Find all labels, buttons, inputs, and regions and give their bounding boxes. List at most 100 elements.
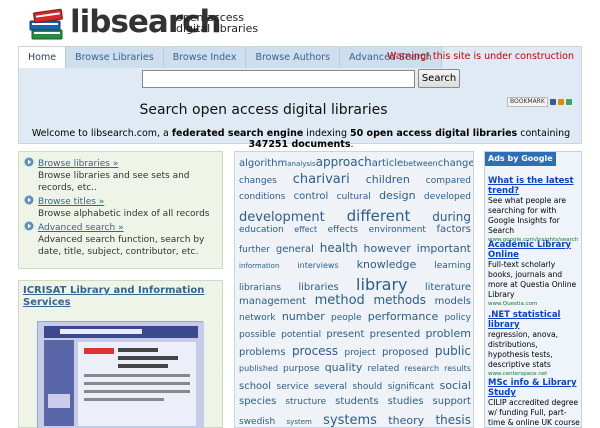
- ad-title-link[interactable]: What is the latest trend?: [488, 176, 580, 196]
- tag-link[interactable]: factors: [436, 224, 471, 235]
- tag-link[interactable]: different: [347, 207, 411, 225]
- tag-link[interactable]: performance: [368, 310, 438, 323]
- tag-link[interactable]: compared: [426, 176, 471, 186]
- tag-link[interactable]: quality: [325, 361, 363, 374]
- tag-link[interactable]: systems: [323, 413, 377, 427]
- tag-link[interactable]: children: [366, 173, 410, 186]
- advanced-search-link[interactable]: Advanced search »: [38, 223, 124, 233]
- tag-cloud-row: swedish system systems theory thesis: [239, 413, 471, 427]
- tag-link[interactable]: method: [315, 293, 365, 308]
- tag-link[interactable]: students: [335, 396, 378, 407]
- tag-link[interactable]: models: [435, 296, 471, 307]
- books-logo-icon[interactable]: [28, 6, 66, 42]
- ad-title-link[interactable]: Academic Library Online: [488, 240, 580, 260]
- tag-link[interactable]: effects: [328, 225, 358, 235]
- tag-link[interactable]: during: [432, 210, 471, 224]
- tag-cloud-row: problems process project proposed public: [239, 344, 471, 358]
- tag-link[interactable]: process: [292, 344, 338, 358]
- tag-link[interactable]: problem: [425, 327, 471, 340]
- tag-link[interactable]: cultural: [337, 192, 371, 202]
- tag-link[interactable]: social: [440, 379, 471, 392]
- share-icon: [549, 99, 556, 105]
- tab-browse-libraries[interactable]: Browse Libraries: [66, 47, 164, 68]
- tag-link[interactable]: support: [433, 396, 471, 407]
- tag-link[interactable]: service: [277, 382, 309, 392]
- tag-link[interactable]: library: [356, 275, 407, 294]
- tag-link[interactable]: possible: [239, 330, 276, 340]
- tag-link[interactable]: should: [352, 382, 382, 392]
- tag-link[interactable]: public: [435, 344, 471, 358]
- tag-link[interactable]: project: [344, 348, 375, 358]
- tag-link[interactable]: development: [239, 210, 325, 225]
- tag-link[interactable]: network: [239, 313, 276, 323]
- tag-link[interactable]: methods: [373, 293, 426, 307]
- featured-library-link[interactable]: ICRISAT Library and Information Services: [23, 285, 221, 309]
- tag-link[interactable]: education: [239, 225, 284, 235]
- tag-link[interactable]: people: [331, 313, 362, 323]
- tag-link[interactable]: school: [239, 381, 271, 392]
- tag-link[interactable]: presented: [370, 329, 421, 340]
- tag-link[interactable]: general: [276, 244, 314, 255]
- tag-link[interactable]: learning: [434, 261, 471, 271]
- tag-link[interactable]: system: [287, 418, 312, 426]
- ad-text: CILIP accredited degree w/ funding Full,…: [488, 398, 580, 427]
- search-button[interactable]: Search: [418, 69, 460, 88]
- tag-link[interactable]: theory: [388, 414, 424, 427]
- tag-link[interactable]: structure: [285, 397, 326, 407]
- tag-link[interactable]: proposed: [382, 347, 429, 358]
- tag-link[interactable]: analysis: [287, 160, 315, 168]
- tag-link[interactable]: article: [372, 158, 403, 169]
- browse-titles-link[interactable]: Browse titles »: [38, 197, 104, 207]
- ad-title-link[interactable]: MSc info & Library Study: [488, 378, 580, 398]
- tab-browse-authors[interactable]: Browse Authors: [246, 47, 341, 68]
- tag-link[interactable]: environment: [369, 225, 426, 235]
- tag-link[interactable]: design: [379, 189, 416, 202]
- tag-link[interactable]: knowledge: [357, 258, 417, 271]
- tag-link[interactable]: related: [367, 364, 399, 374]
- tag-link[interactable]: change: [438, 158, 473, 169]
- tag-link[interactable]: effect: [294, 225, 317, 234]
- tag-link[interactable]: conditions: [239, 192, 285, 202]
- tag-link[interactable]: interviews: [297, 261, 338, 270]
- featured-library-screenshot[interactable]: [37, 321, 204, 428]
- tab-home[interactable]: Home: [19, 47, 67, 68]
- tab-browse-index[interactable]: Browse Index: [163, 47, 247, 68]
- tag-link[interactable]: studies: [388, 396, 424, 407]
- tag-link[interactable]: species: [239, 396, 276, 407]
- tag-link[interactable]: number: [282, 310, 325, 323]
- ad-title-link[interactable]: .NET statistical library: [488, 310, 580, 330]
- share-icon: [557, 99, 564, 105]
- ad-text: Full-text scholarly books, journals and …: [488, 260, 577, 299]
- tag-link[interactable]: changes: [239, 176, 277, 186]
- tag-link[interactable]: results: [444, 364, 471, 373]
- tag-link[interactable]: several: [314, 382, 347, 392]
- tag-link[interactable]: present: [326, 329, 364, 340]
- tag-link[interactable]: approach: [316, 155, 372, 169]
- tag-link[interactable]: problems: [239, 347, 286, 358]
- tag-link[interactable]: algorithm: [239, 158, 287, 169]
- tag-link[interactable]: purpose: [283, 364, 320, 374]
- tag-link[interactable]: developed: [424, 192, 471, 202]
- tag-link[interactable]: research: [404, 364, 439, 373]
- tag-link[interactable]: significant: [388, 382, 434, 392]
- tag-link[interactable]: swedish: [239, 417, 275, 427]
- tag-link[interactable]: charivari: [293, 172, 350, 187]
- tag-link[interactable]: further: [239, 245, 270, 255]
- tag-link[interactable]: information: [239, 262, 279, 270]
- tag-link[interactable]: thesis: [435, 413, 471, 427]
- ad-url[interactable]: www.Questia.com: [488, 300, 580, 309]
- browse-libraries-link[interactable]: Browse libraries »: [38, 159, 118, 169]
- tag-link[interactable]: important: [417, 242, 471, 255]
- tag-link[interactable]: policy: [444, 313, 471, 323]
- tag-link[interactable]: published: [239, 364, 278, 373]
- nav-bar: Home Browse Libraries Browse Index Brows…: [18, 46, 582, 150]
- tag-link[interactable]: control: [294, 191, 329, 202]
- tag-link[interactable]: potential: [281, 330, 321, 340]
- tag-link[interactable]: management: [239, 296, 306, 307]
- tag-link[interactable]: health: [320, 241, 358, 255]
- search-input[interactable]: [142, 70, 415, 88]
- ads-header[interactable]: Ads by Google: [485, 152, 556, 166]
- tag-link[interactable]: between: [403, 159, 438, 168]
- bookmark-button[interactable]: BOOKMARK: [507, 97, 581, 107]
- tag-link[interactable]: however: [364, 242, 411, 255]
